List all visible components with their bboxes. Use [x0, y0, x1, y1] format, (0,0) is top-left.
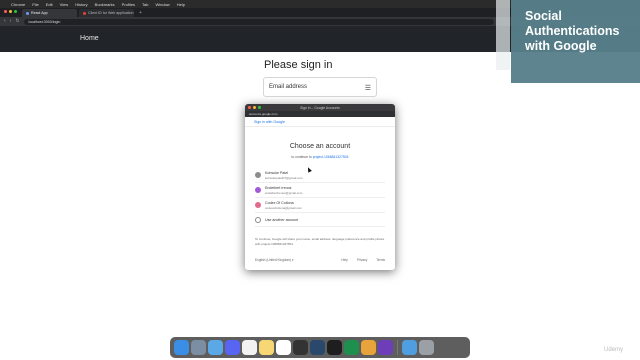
choose-account-title: Choose an account [289, 143, 351, 150]
forward-icon[interactable]: › [10, 17, 12, 26]
password-manager-icon[interactable]: ☰ [365, 84, 371, 92]
menu-item[interactable]: Chrome [11, 2, 25, 7]
chrome-icon[interactable] [361, 340, 376, 355]
window-controls [4, 10, 17, 13]
clock-icon[interactable] [293, 340, 308, 355]
notes-icon[interactable] [259, 340, 274, 355]
reminders-icon[interactable] [276, 340, 291, 355]
popup-footer: English (United Kingdom) ▾ Help Privacy … [255, 258, 385, 262]
udemy-watermark: Udemy [604, 347, 624, 353]
avatar [255, 202, 261, 208]
tab-client-id[interactable]: Client ID for Web application [79, 9, 134, 17]
email-placeholder: Email address [269, 84, 308, 90]
menu-item[interactable]: Edit [46, 2, 53, 7]
language-label: English (United Kingdom) [255, 258, 292, 262]
new-tab-icon[interactable]: + [136, 9, 145, 17]
google-favicon-icon [83, 11, 86, 15]
calendar-icon[interactable] [242, 340, 257, 355]
avatar [255, 187, 261, 193]
react-favicon-icon [26, 11, 29, 15]
account-name: Endelbert Irenos [265, 185, 292, 190]
close-window-icon[interactable] [4, 10, 7, 13]
account-name: Kohsuke Patel [265, 170, 289, 175]
language-select[interactable]: English (United Kingdom) ▾ [255, 258, 341, 262]
excel-icon[interactable] [344, 340, 359, 355]
menu-item[interactable]: Bookmarks [95, 2, 115, 7]
tab-label: Client ID for Web application [88, 11, 134, 15]
back-icon[interactable]: ‹ [4, 17, 6, 26]
google-signin-popup: Sign in – Google Accounts accounts.googl… [245, 104, 395, 270]
page-title: Please sign in [264, 59, 333, 71]
trash-icon[interactable] [419, 340, 434, 355]
project-link[interactable]: project-1068841327504 [313, 155, 349, 159]
user-circle-icon [255, 216, 261, 223]
account-email: kohsukepatel07@gmail.com [265, 175, 303, 180]
footer-links: Help Privacy Terms [341, 258, 385, 262]
photoshop-icon[interactable] [310, 340, 325, 355]
dock-separator [397, 340, 398, 355]
popup-titlebar: Sign in – Google Accounts [245, 104, 395, 111]
maximize-window-icon[interactable] [14, 10, 17, 13]
account-item[interactable]: Kohsuke Patel kohsukepatel07@gmail.com [255, 168, 385, 183]
visual-studio-icon[interactable] [378, 340, 393, 355]
finder-icon[interactable] [174, 340, 189, 355]
continue-to-text: to continue to project-1068841327504 [245, 155, 395, 159]
help-link[interactable]: Help [341, 258, 348, 262]
url-input[interactable]: localhost:3000/login [23, 18, 494, 25]
menu-item[interactable]: File [32, 2, 38, 7]
discord-icon[interactable] [225, 340, 240, 355]
overlay-border [496, 0, 510, 70]
files-icon[interactable] [402, 340, 417, 355]
menu-item[interactable]: Help [177, 2, 185, 7]
tab-label: React App [31, 11, 48, 15]
privacy-disclaimer: To continue, Google will share your name… [255, 237, 385, 246]
minimize-window-icon[interactable] [9, 10, 12, 13]
account-email: codexofcoltona@gmail.com [265, 205, 302, 210]
launchpad-icon[interactable] [191, 340, 206, 355]
privacy-link[interactable]: Privacy [357, 258, 367, 262]
nav-home-link[interactable]: Home [80, 35, 99, 42]
terms-link[interactable]: Terms [376, 258, 385, 262]
account-list: Kohsuke Patel kohsukepatel07@gmail.com E… [255, 168, 385, 227]
macos-dock [170, 337, 470, 358]
account-email: endelbertirenos@gmail.com [265, 190, 303, 195]
screen: Chrome File Edit View History Bookmarks … [0, 0, 640, 360]
menu-item[interactable]: Tab [142, 2, 148, 7]
menu-item[interactable]: Profiles [122, 2, 135, 7]
reload-icon[interactable]: ↻ [15, 17, 19, 26]
menu-item[interactable]: Window [155, 2, 169, 7]
continue-prefix: to continue to [291, 155, 312, 159]
menu-item[interactable]: History [75, 2, 87, 7]
avatar [255, 172, 261, 178]
sign-in-with-google-label: Sign in with Google [245, 117, 395, 127]
mail-icon[interactable] [208, 340, 223, 355]
popup-window-title: Sign in – Google Accounts [300, 105, 340, 110]
account-item[interactable]: Codex Of Coltona codexofcoltona@gmail.co… [255, 198, 385, 213]
tab-react-app[interactable]: React App [22, 9, 77, 17]
use-another-label: Use another account [265, 217, 299, 222]
account-item[interactable]: Endelbert Irenos endelbertirenos@gmail.c… [255, 183, 385, 198]
terminal-icon[interactable] [327, 340, 342, 355]
course-title: Social Authentications with Google [525, 9, 620, 53]
account-name: Codex Of Coltona [265, 200, 294, 205]
email-field[interactable]: Email address ☰ [263, 77, 377, 97]
use-another-account-button[interactable]: Use another account [255, 213, 385, 227]
menu-item[interactable]: View [60, 2, 69, 7]
